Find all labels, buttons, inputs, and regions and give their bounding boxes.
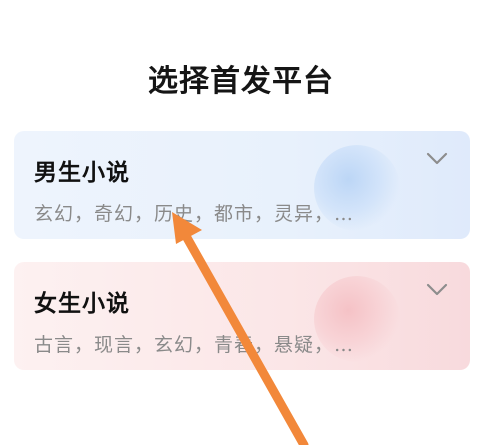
female-novel-card[interactable]: 女生小说 古言，现言，玄幻，青春，悬疑，… <box>14 262 470 370</box>
page-title: 选择首发平台 <box>148 64 334 99</box>
card-title: 男生小说 <box>34 159 130 186</box>
male-novel-card[interactable]: 男生小说 玄幻，奇幻，历史，都市，灵异，… <box>14 131 470 239</box>
chevron-down-icon[interactable] <box>426 151 448 167</box>
card-genre-tags: 古言，现言，玄幻，青春，悬疑，… <box>34 334 355 356</box>
platform-select-page: 选择首发平台 男生小说 玄幻，奇幻，历史，都市，灵异，… 女生小说 古言，现言，… <box>0 0 482 445</box>
card-title: 女生小说 <box>34 290 130 317</box>
card-genre-tags: 玄幻，奇幻，历史，都市，灵异，… <box>34 203 355 225</box>
chevron-down-icon[interactable] <box>426 282 448 298</box>
